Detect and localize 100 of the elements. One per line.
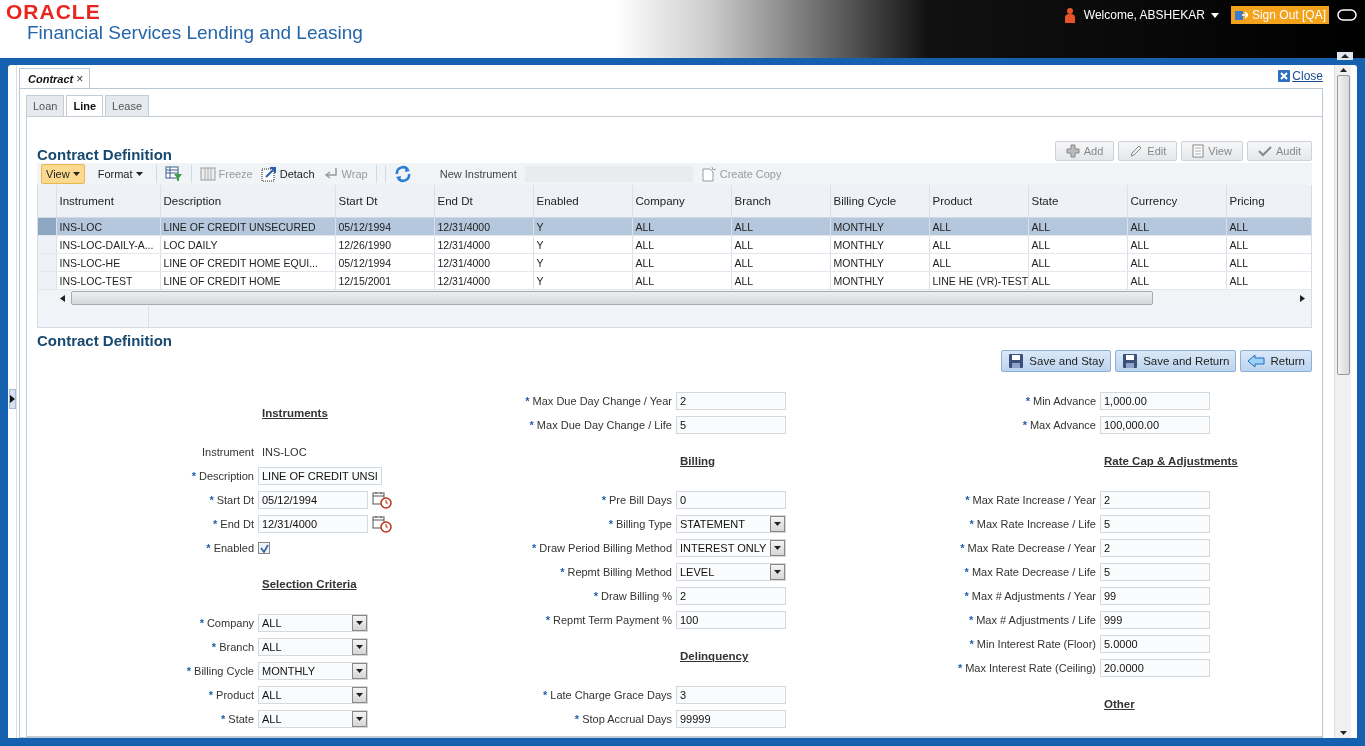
required-marker: * bbox=[965, 494, 970, 506]
input-field[interactable]: 999 bbox=[1100, 611, 1210, 629]
field-label: Max Due Day Change / Year bbox=[532, 395, 672, 407]
column-header[interactable]: Company bbox=[632, 185, 731, 218]
menu-button[interactable]: Format bbox=[92, 164, 148, 184]
columns-icon bbox=[199, 167, 216, 181]
menu-button[interactable]: View bbox=[41, 164, 85, 184]
column-header[interactable]: Currency bbox=[1127, 185, 1226, 218]
table-cell: 12/15/2001 bbox=[335, 271, 434, 290]
table-cell: ALL bbox=[731, 271, 830, 290]
tab-label[interactable]: Contract bbox=[28, 73, 74, 85]
required-marker: * bbox=[608, 518, 613, 530]
input-field[interactable]: 2 bbox=[1100, 491, 1210, 509]
caret-icon bbox=[135, 172, 143, 176]
column-header[interactable]: Instrument bbox=[56, 185, 160, 218]
scroll-up-icon[interactable] bbox=[1339, 68, 1347, 72]
document-tab[interactable]: Contract × bbox=[19, 68, 91, 88]
table-cell: ALL bbox=[632, 271, 731, 290]
column-header[interactable]: Enabled bbox=[533, 185, 632, 218]
collapse-icon[interactable] bbox=[1337, 52, 1353, 60]
detach-icon bbox=[260, 166, 277, 182]
table-cell: 12/31/4000 bbox=[434, 235, 533, 254]
column-header[interactable]: Start Dt bbox=[335, 185, 434, 218]
input-field[interactable]: LINE OF CREDIT UNSI bbox=[258, 467, 382, 485]
required-marker: * bbox=[574, 713, 580, 725]
input-field[interactable]: 5 bbox=[1100, 563, 1210, 581]
copy-icon bbox=[700, 166, 717, 182]
field-label: State bbox=[228, 713, 254, 725]
vertical-scrollbar[interactable] bbox=[1334, 65, 1351, 738]
dropdown[interactable]: STATEMENT bbox=[676, 515, 786, 533]
input-field[interactable]: 99 bbox=[1100, 587, 1210, 605]
column-header[interactable]: Billing Cycle bbox=[830, 185, 929, 218]
expand-handle[interactable] bbox=[9, 389, 16, 409]
input-field[interactable]: 20.0000 bbox=[1100, 659, 1210, 677]
close-tab-button[interactable]: × bbox=[76, 72, 84, 86]
checkbox[interactable] bbox=[258, 542, 270, 554]
column-header[interactable]: State bbox=[1028, 185, 1127, 218]
input-field[interactable]: 1,000.00 bbox=[1100, 392, 1210, 410]
field-label: Description bbox=[198, 470, 254, 482]
required-marker: * bbox=[560, 566, 565, 578]
column-header[interactable]: End Dt bbox=[434, 185, 533, 218]
field-label: New Instrument bbox=[439, 168, 517, 180]
dropdown[interactable]: ALL bbox=[258, 686, 368, 704]
date-field[interactable]: 05/12/1994 bbox=[258, 491, 368, 509]
scroll-down-icon[interactable] bbox=[1339, 731, 1347, 735]
input-field[interactable]: 0 bbox=[676, 491, 786, 509]
column-header[interactable]: Branch bbox=[731, 185, 830, 218]
input-field[interactable]: 2 bbox=[676, 392, 786, 410]
save-button[interactable]: Save and Return bbox=[1115, 350, 1237, 372]
tab[interactable]: Lease bbox=[105, 95, 150, 116]
table-cell: 12/31/4000 bbox=[434, 253, 533, 272]
tab[interactable]: Line bbox=[66, 95, 104, 116]
input-field[interactable]: 5.0000 bbox=[1100, 635, 1210, 653]
input-field[interactable]: 100,000.00 bbox=[1100, 416, 1210, 434]
section-title: Contract Definition bbox=[37, 146, 172, 163]
column-header[interactable]: Pricing bbox=[1226, 185, 1311, 218]
input-field[interactable]: 2 bbox=[676, 587, 786, 605]
field-label: Company bbox=[206, 617, 254, 629]
dropdown[interactable]: ALL bbox=[258, 710, 368, 728]
scroll-left-icon[interactable] bbox=[60, 294, 65, 302]
input-field[interactable]: 99999 bbox=[676, 710, 786, 728]
required-marker: * bbox=[529, 419, 534, 431]
caret-icon bbox=[356, 621, 363, 625]
table-cell: 12/31/4000 bbox=[434, 271, 533, 290]
field-label: Max Rate Increase / Life bbox=[976, 518, 1096, 530]
check-icon bbox=[1257, 144, 1272, 158]
tab[interactable]: Loan bbox=[26, 95, 65, 116]
refresh-button[interactable] bbox=[393, 164, 412, 184]
column-header[interactable]: Description bbox=[160, 185, 335, 218]
dropdown[interactable]: ALL bbox=[258, 638, 368, 656]
dropdown[interactable]: ALL bbox=[258, 614, 368, 632]
input-field[interactable]: 2 bbox=[1100, 539, 1210, 557]
field-label: Late Charge Grace Days bbox=[550, 689, 672, 701]
detach-button[interactable]: Detach bbox=[260, 164, 315, 184]
required-marker: * bbox=[186, 665, 192, 677]
calendar-icon[interactable] bbox=[372, 491, 392, 509]
filter-icon bbox=[164, 166, 183, 182]
dropdown[interactable]: LEVEL bbox=[676, 563, 786, 581]
input-field[interactable]: 5 bbox=[1100, 515, 1210, 533]
input-field[interactable]: 100 bbox=[676, 611, 786, 629]
field-label: Min Interest Rate (Floor) bbox=[976, 638, 1096, 650]
required-marker: * bbox=[969, 518, 974, 530]
return-button[interactable]: Return bbox=[1240, 350, 1312, 372]
column-header[interactable]: Product bbox=[929, 185, 1028, 218]
query-filter-button[interactable] bbox=[164, 164, 183, 184]
calendar-icon[interactable] bbox=[372, 515, 392, 533]
user-menu[interactable]: Welcome, ABSHEKAR bbox=[1083, 8, 1219, 22]
dropdown[interactable]: MONTHLY bbox=[258, 662, 368, 680]
table-cell: INS-LOC-TEST bbox=[56, 271, 160, 290]
input-field[interactable]: 3 bbox=[676, 686, 786, 704]
date-field[interactable]: 12/31/4000 bbox=[258, 515, 368, 533]
save-button[interactable]: Save and Stay bbox=[1001, 350, 1112, 372]
field-label: Branch bbox=[219, 641, 254, 653]
close-link[interactable]: Close bbox=[1278, 69, 1323, 83]
caret-icon bbox=[356, 717, 363, 721]
table-cell: ALL bbox=[1127, 235, 1226, 254]
field-label: Pre Bill Days bbox=[609, 494, 672, 506]
scroll-right-icon[interactable] bbox=[1300, 294, 1305, 302]
input-field[interactable]: 5 bbox=[676, 416, 786, 434]
dropdown[interactable]: INTEREST ONLY bbox=[676, 539, 787, 557]
